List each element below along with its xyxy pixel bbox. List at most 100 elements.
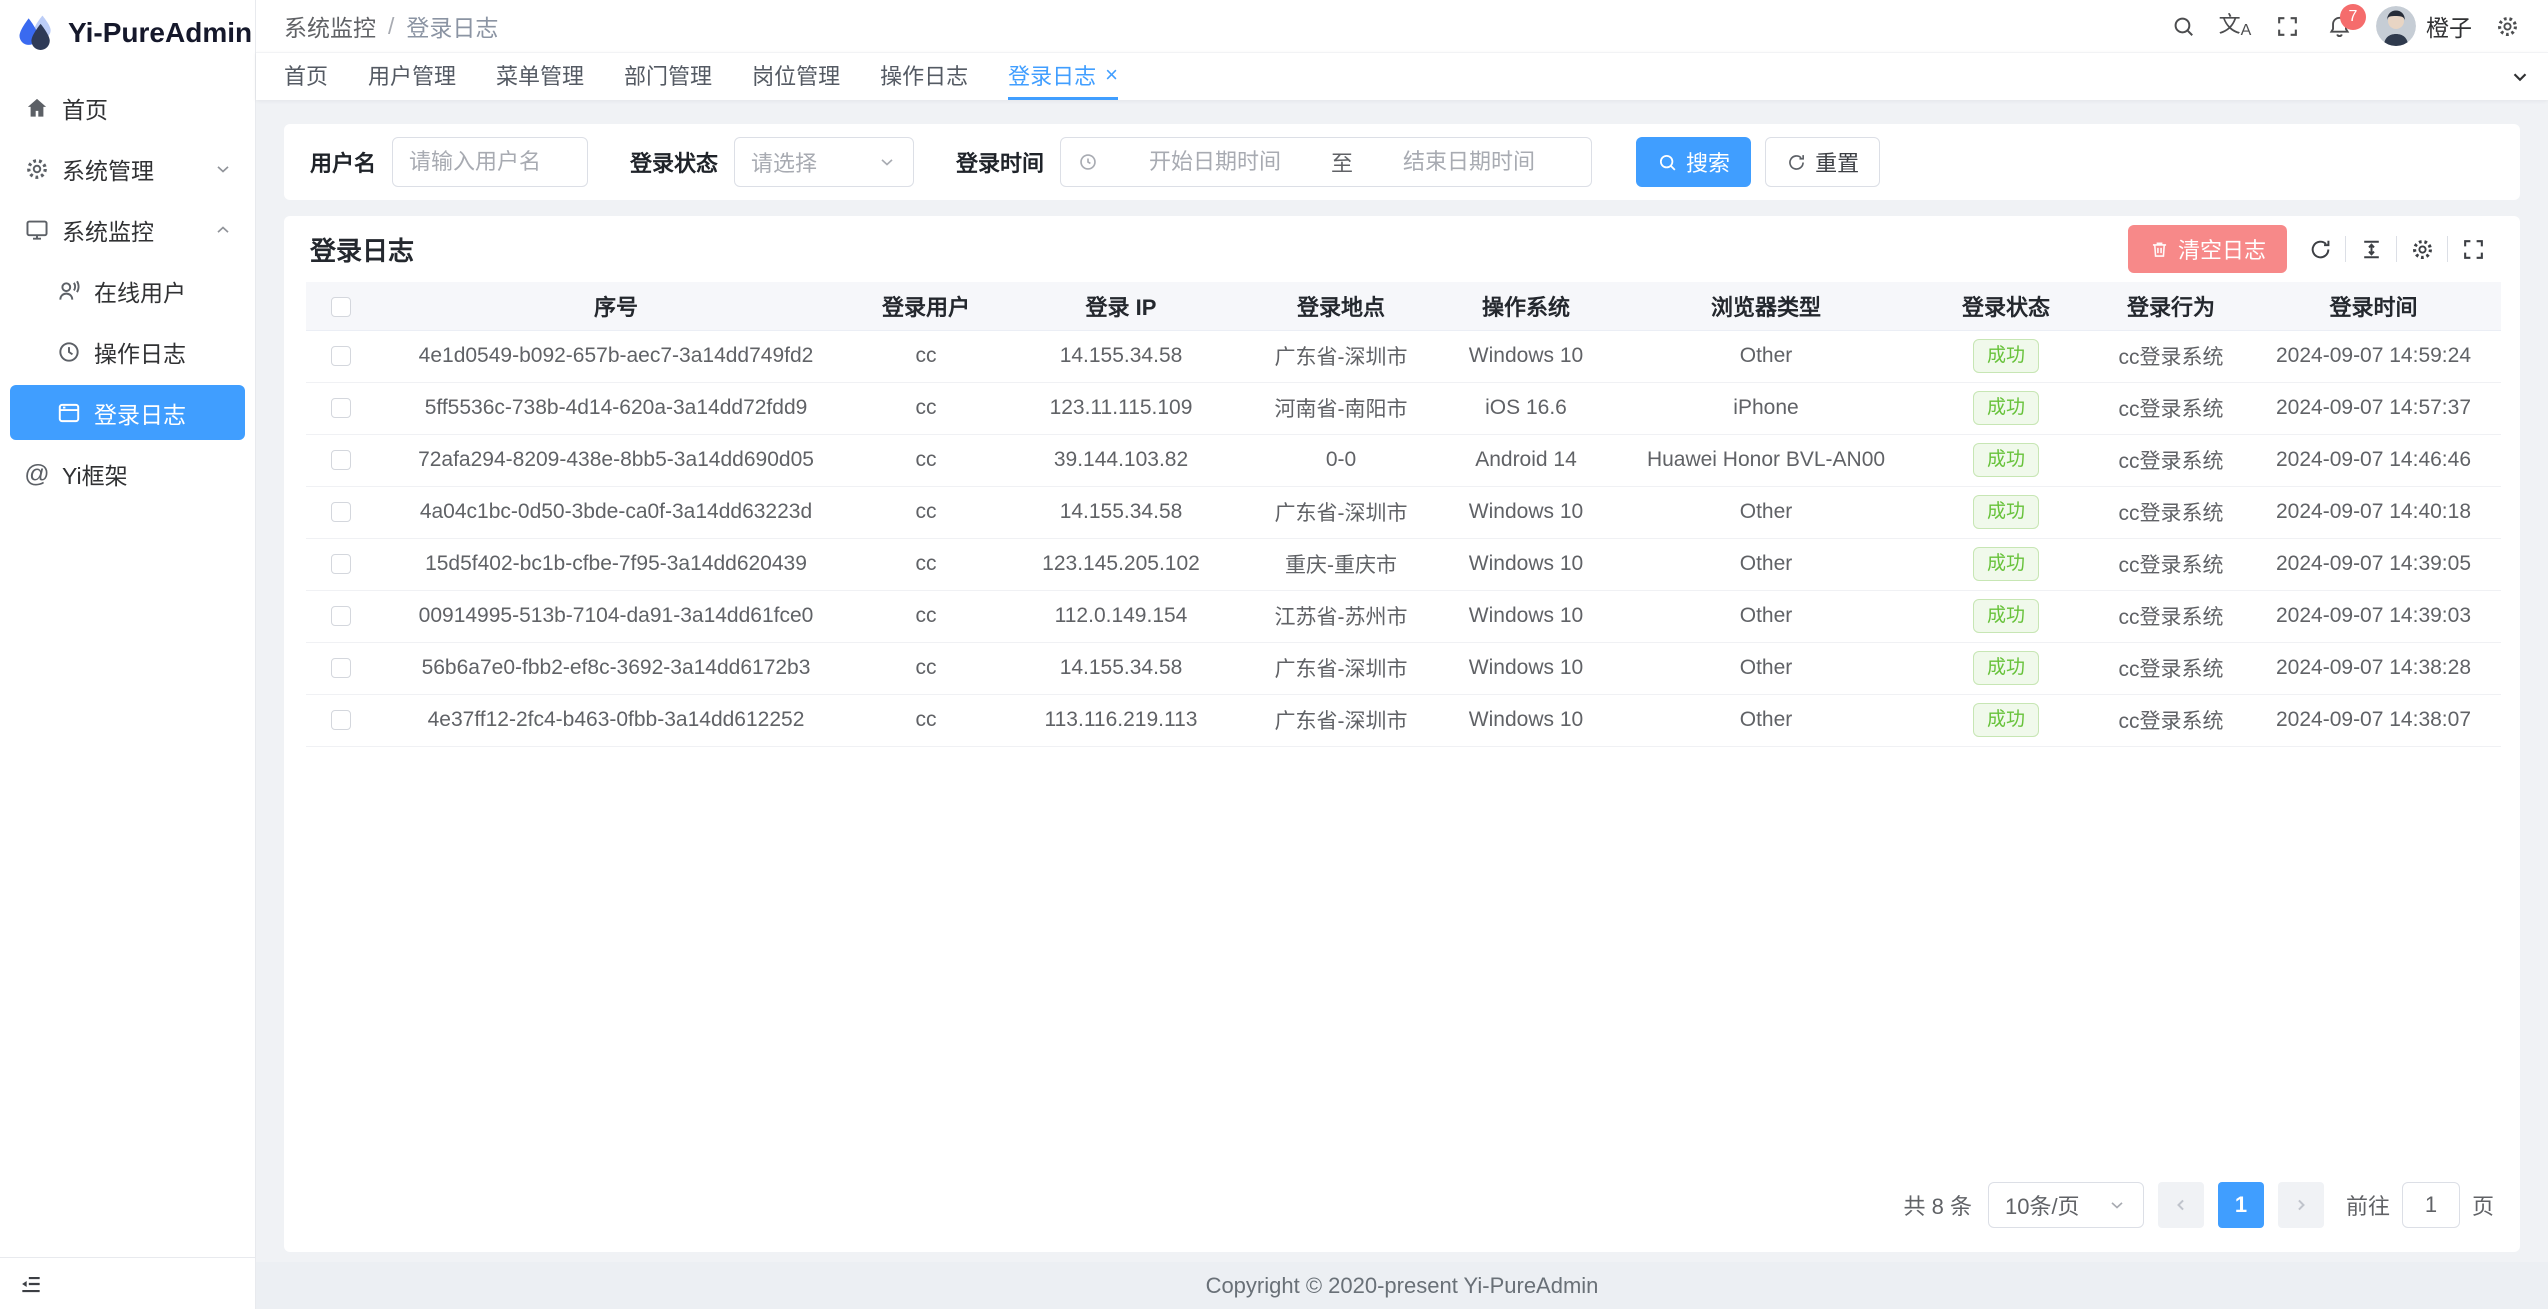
gear-icon — [2495, 14, 2520, 39]
cell-browser: Other — [1616, 538, 1916, 590]
row-checkbox[interactable] — [331, 450, 351, 470]
page-unit-label: 页 — [2472, 1189, 2494, 1221]
range-separator: 至 — [1331, 146, 1353, 178]
row-checkbox[interactable] — [331, 658, 351, 678]
row-checkbox[interactable] — [331, 346, 351, 366]
cell-browser: Other — [1616, 642, 1916, 694]
sidebar-item-login-log[interactable]: 登录日志 — [10, 385, 245, 440]
cell-ip: 14.155.34.58 — [996, 642, 1246, 694]
column-header-user: 登录用户 — [856, 282, 996, 330]
cell-location: 重庆-重庆市 — [1246, 538, 1436, 590]
cell-browser: Other — [1616, 590, 1916, 642]
next-page-button[interactable] — [2278, 1182, 2324, 1228]
start-datetime-input[interactable] — [1109, 149, 1321, 175]
refresh-table-button[interactable] — [2299, 228, 2341, 270]
login-status-select[interactable]: 请选择 — [734, 137, 914, 187]
goto-page: 前往 页 — [2346, 1182, 2494, 1228]
table-row: 4a04c1bc-0d50-3bde-ca0f-3a14dd63223d cc … — [306, 486, 2501, 538]
cell-os: iOS 16.6 — [1436, 382, 1616, 434]
username-input[interactable] — [409, 149, 571, 175]
chevron-left-icon — [2171, 1195, 2191, 1215]
row-checkbox[interactable] — [331, 398, 351, 418]
end-datetime-input[interactable] — [1363, 149, 1575, 175]
row-checkbox[interactable] — [331, 554, 351, 574]
cell-os: Windows 10 — [1436, 330, 1616, 382]
topbar: 系统监控 / 登录日志 文A 7 — [256, 0, 2548, 52]
row-checkbox[interactable] — [331, 502, 351, 522]
cell-serial: 4e1d0549-b092-657b-aec7-3a14dd749fd2 — [376, 330, 856, 382]
cell-serial: 00914995-513b-7104-da91-3a14dd61fce0 — [376, 590, 856, 642]
reset-button[interactable]: 重置 — [1765, 137, 1880, 187]
breadcrumb-separator: / — [388, 13, 394, 40]
clear-log-button[interactable]: 清空日志 — [2128, 225, 2287, 273]
cell-time: 2024-09-07 14:57:37 — [2246, 382, 2501, 434]
tab-post-management[interactable]: 岗位管理 — [752, 53, 840, 100]
page-number-button[interactable]: 1 — [2218, 1182, 2264, 1228]
tab-user-management[interactable]: 用户管理 — [368, 53, 456, 100]
logo: Yi-PureAdmin — [0, 0, 255, 66]
tab-label: 部门管理 — [624, 59, 712, 91]
sidebar-item-online-users[interactable]: 在线用户 — [10, 263, 245, 318]
chevron-down-icon — [2509, 66, 2531, 88]
sidebar: Yi-PureAdmin 首页 系统管理 系统监控 在线用户 — [0, 0, 256, 1309]
settings-button[interactable] — [2484, 3, 2530, 49]
row-checkbox[interactable] — [331, 710, 351, 730]
density-button[interactable] — [2350, 228, 2392, 270]
maximize-table-button[interactable] — [2452, 228, 2494, 270]
cell-os: Android 14 — [1436, 434, 1616, 486]
cell-behavior: cc登录系统 — [2096, 642, 2246, 694]
login-time-range-picker[interactable]: 至 — [1060, 137, 1592, 187]
username[interactable]: 橙子 — [2426, 9, 2472, 43]
cell-user: cc — [856, 486, 996, 538]
cell-location: 江苏省-苏州市 — [1246, 590, 1436, 642]
density-icon — [2359, 237, 2384, 262]
search-button[interactable] — [2160, 3, 2206, 49]
login-log-table: 序号 登录用户 登录 IP 登录地点 操作系统 浏览器类型 登录状态 登录行为 … — [306, 282, 2501, 747]
content: 用户名 登录状态 请选择 登录时间 至 搜索 — [256, 100, 2548, 1262]
sidebar-item-yi-framework[interactable]: @ Yi框架 — [10, 446, 245, 501]
username-label: 用户名 — [310, 146, 376, 178]
tab-login-log[interactable]: 登录日志 × — [1008, 53, 1118, 100]
home-icon — [24, 95, 50, 121]
notification-button[interactable]: 7 — [2316, 3, 2362, 49]
sidebar-item-operation-log[interactable]: 操作日志 — [10, 324, 245, 379]
tab-close-icon[interactable]: × — [1105, 64, 1118, 86]
refresh-icon — [1786, 152, 1807, 173]
goto-page-input[interactable] — [2402, 1182, 2460, 1228]
select-all-checkbox[interactable] — [331, 297, 351, 317]
tab-dept-management[interactable]: 部门管理 — [624, 53, 712, 100]
translate-button[interactable]: 文A — [2212, 3, 2258, 49]
tabs-menu-button[interactable] — [2492, 53, 2548, 100]
avatar[interactable] — [2376, 6, 2416, 46]
column-header-ip: 登录 IP — [996, 282, 1246, 330]
tab-operation-log[interactable]: 操作日志 — [880, 53, 968, 100]
collapse-sidebar-icon[interactable] — [18, 1271, 44, 1297]
toolbar-divider — [2447, 236, 2448, 262]
status-badge: 成功 — [1973, 651, 2039, 686]
status-badge: 成功 — [1973, 495, 2039, 530]
cell-time: 2024-09-07 14:38:07 — [2246, 694, 2501, 746]
page-size-select[interactable]: 10条/页 — [1988, 1182, 2144, 1228]
tab-menu-management[interactable]: 菜单管理 — [496, 53, 584, 100]
breadcrumb-item-first[interactable]: 系统监控 — [284, 9, 376, 43]
card-header: 登录日志 清空日志 — [306, 216, 2498, 282]
cell-browser: iPhone — [1616, 382, 1916, 434]
cell-behavior: cc登录系统 — [2096, 538, 2246, 590]
maximize-icon — [2461, 237, 2486, 262]
gear-icon — [2410, 237, 2435, 262]
sidebar-item-system-monitor[interactable]: 系统监控 — [10, 202, 245, 257]
tab-label: 登录日志 — [1008, 59, 1096, 91]
row-checkbox[interactable] — [331, 606, 351, 626]
prev-page-button[interactable] — [2158, 1182, 2204, 1228]
sidebar-item-system-management[interactable]: 系统管理 — [10, 141, 245, 196]
sidebar-item-label: 系统监控 — [62, 213, 154, 247]
cell-ip: 14.155.34.58 — [996, 486, 1246, 538]
tab-home[interactable]: 首页 — [284, 53, 328, 100]
fullscreen-button[interactable] — [2264, 3, 2310, 49]
column-settings-button[interactable] — [2401, 228, 2443, 270]
sidebar-item-home[interactable]: 首页 — [10, 80, 245, 135]
search-submit-button[interactable]: 搜索 — [1636, 137, 1751, 187]
cell-location: 广东省-深圳市 — [1246, 642, 1436, 694]
cell-os: Windows 10 — [1436, 486, 1616, 538]
table-row: 4e37ff12-2fc4-b463-0fbb-3a14dd612252 cc … — [306, 694, 2501, 746]
